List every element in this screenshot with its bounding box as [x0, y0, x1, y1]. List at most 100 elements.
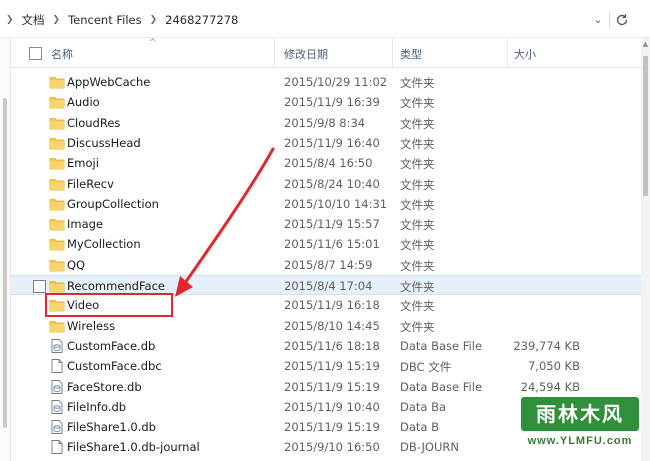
file-name: Wireless [67, 318, 116, 333]
db-file-icon [51, 399, 63, 414]
file-date-modified: 2015/11/9 16:18 [284, 298, 380, 313]
file-date-modified: 2015/8/24 10:40 [284, 176, 380, 191]
folder-icon [49, 259, 65, 272]
folder-icon [49, 77, 65, 89]
address-history-dropdown-icon[interactable]: ⌄ [591, 15, 605, 26]
table-row[interactable]: GroupCollection 2015/10/10 14:31 文件夹 [11, 194, 641, 214]
scrollbar-thumb[interactable] [643, 56, 648, 196]
refresh-icon[interactable] [614, 12, 630, 28]
file-icon [51, 359, 63, 374]
table-row[interactable]: DiscussHead 2015/11/9 16:40 文件夹 [11, 133, 641, 153]
folder-icon [49, 158, 65, 170]
file-type: 文件夹 [400, 96, 435, 111]
breadcrumb-separator-icon[interactable]: ❯ [53, 15, 61, 25]
table-row[interactable]: QQ 2015/8/7 14:59 文件夹 [11, 255, 641, 275]
file-date-modified: 2015/11/6 15:01 [284, 237, 380, 252]
file-name: CustomFace.db [67, 338, 156, 353]
file-type: Data B [400, 420, 440, 435]
file-type: DBC 文件 [400, 360, 452, 375]
file-type: 文件夹 [400, 238, 435, 253]
file-size: 7,050 KB [527, 359, 580, 374]
file-size: 239,774 KB [513, 338, 580, 353]
file-date-modified: 2015/8/4 17:04 [284, 279, 373, 293]
breadcrumb-separator-icon[interactable]: ❯ [150, 15, 158, 25]
breadcrumb-item-documents[interactable]: 文档 [22, 12, 45, 28]
db-file-icon [51, 338, 63, 353]
breadcrumb-chevron-icon[interactable]: ❯ [6, 15, 14, 25]
watermark-logo-text: 雨林木风 [521, 397, 639, 431]
file-size: 24,594 KB [520, 379, 580, 394]
column-divider[interactable] [392, 38, 393, 68]
column-divider[interactable] [507, 38, 508, 68]
breadcrumb: ❯ 文档 ❯ Tencent Files ❯ 2468277278 [4, 12, 238, 28]
file-type: 文件夹 [400, 76, 435, 90]
file-date-modified: 2015/8/7 14:59 [284, 257, 373, 272]
column-name[interactable]: 名称 [51, 46, 73, 62]
file-type: 文件夹 [400, 136, 435, 151]
file-date-modified: 2015/11/9 15:19 [284, 359, 380, 374]
file-name: FileInfo.db [67, 399, 127, 414]
file-type: 文件夹 [400, 157, 435, 172]
column-header: ^ 名称 修改日期 类型 大小 [11, 38, 641, 68]
file-type: 文件夹 [400, 218, 435, 233]
table-row[interactable]: AppWebCache 2015/10/29 11:02 文件夹 [11, 72, 641, 92]
folder-icon [49, 320, 65, 332]
row-checkbox[interactable] [33, 280, 46, 293]
sort-ascending-icon: ^ [149, 38, 157, 48]
file-name: DiscussHead [67, 135, 141, 150]
table-row[interactable]: MyCollection 2015/11/6 15:01 文件夹 [11, 234, 641, 254]
file-name: RecommendFace [67, 279, 165, 293]
file-type: 文件夹 [400, 177, 435, 192]
file-type: Data Ba [400, 399, 447, 414]
file-name: Audio [67, 95, 100, 110]
select-all-checkbox[interactable] [29, 47, 42, 60]
file-name: FileShare1.0.db [67, 420, 156, 435]
file-type: Data Base File [400, 338, 483, 353]
folder-icon [49, 178, 65, 190]
file-name: FileRecv [67, 176, 114, 191]
highlight-box [45, 293, 173, 317]
file-name: MyCollection [67, 237, 141, 252]
table-row[interactable]: CloudRes 2015/9/8 8:34 文件夹 [11, 113, 641, 133]
db-file-icon [51, 420, 63, 435]
file-date-modified: 2015/11/9 16:39 [284, 95, 380, 110]
watermark-url: www.YLMFU.com [527, 435, 633, 447]
file-date-modified: 2015/11/9 10:40 [284, 399, 380, 414]
table-row[interactable]: FileRecv 2015/8/24 10:40 文件夹 [11, 174, 641, 194]
file-type: Data Base File [400, 379, 483, 394]
folder-icon [49, 117, 65, 129]
file-date-modified: 2015/11/9 16:40 [284, 135, 380, 150]
table-row[interactable]: Wireless 2015/8/10 14:45 文件夹 [11, 316, 641, 336]
watermark-logo: 雨林木风 www.YLMFU.com [515, 393, 643, 455]
column-divider[interactable] [274, 38, 275, 68]
file-name: GroupCollection [67, 196, 159, 211]
column-size[interactable]: 大小 [514, 46, 536, 62]
table-row[interactable]: CustomFace.db 2015/11/6 18:18 Data Base Fi… [11, 336, 641, 356]
table-row[interactable]: Audio 2015/11/9 16:39 文件夹 [11, 92, 641, 112]
breadcrumb-item-tencent-files[interactable]: Tencent Files [68, 13, 142, 27]
file-date-modified: 2015/8/4 16:50 [284, 156, 373, 171]
file-name: FileShare1.0.db-journal [67, 440, 200, 455]
scroll-up-arrow-icon[interactable]: ▲ [641, 40, 650, 50]
file-name: CloudRes [67, 115, 121, 130]
navigation-pane-edge [0, 38, 11, 461]
file-type: 文件夹 [400, 116, 435, 131]
file-name: FaceStore.db [67, 379, 142, 394]
column-date-modified[interactable]: 修改日期 [284, 46, 328, 62]
file-date-modified: 2015/9/10 16:50 [284, 440, 380, 455]
folder-icon [49, 239, 65, 251]
table-row[interactable]: CustomFace.dbc 2015/11/9 15:19 DBC 文件 7,050… [11, 356, 641, 376]
file-type: 文件夹 [400, 197, 435, 212]
folder-icon [49, 198, 65, 211]
table-row[interactable]: Emoji 2015/8/4 16:50 文件夹 [11, 153, 641, 173]
file-date-modified: 2015/9/8 8:34 [284, 115, 366, 130]
folder-icon [49, 219, 65, 231]
file-type: 文件夹 [400, 299, 435, 314]
navigation-pane-scroll-thumb[interactable] [3, 98, 7, 428]
column-type[interactable]: 类型 [400, 46, 422, 62]
table-row[interactable]: Image 2015/11/9 15:57 文件夹 [11, 214, 641, 234]
address-bar: ❯ 文档 ❯ Tencent Files ❯ 2468277278 ⌄ [0, 0, 650, 38]
file-type: 文件夹 [400, 258, 435, 273]
file-name: CustomFace.dbc [67, 359, 162, 374]
breadcrumb-item-account[interactable]: 2468277278 [165, 13, 238, 27]
